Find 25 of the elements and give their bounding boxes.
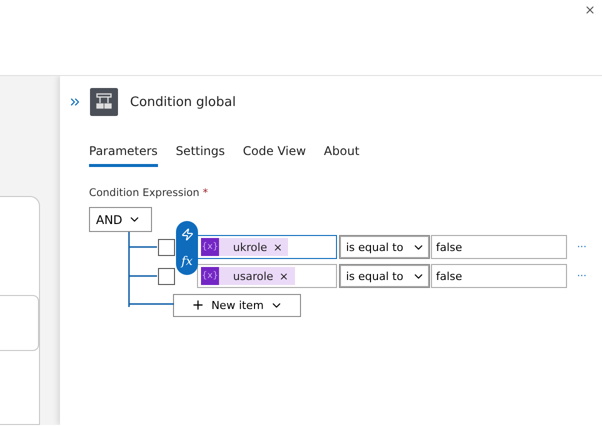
value-field[interactable]: false (431, 235, 567, 259)
value-field[interactable]: {x} ukrole × (197, 235, 337, 259)
more-button[interactable]: ··· (577, 270, 587, 282)
more-button[interactable]: ··· (577, 242, 587, 252)
new-item-button[interactable]: New item (173, 294, 301, 316)
value-field[interactable]: {x} usarole × (197, 264, 337, 288)
lightning-icon[interactable] (180, 228, 194, 241)
tab[interactable]: Parameters (89, 144, 158, 167)
variable-token[interactable]: {x} ukrole × (201, 238, 288, 256)
close-icon[interactable] (584, 4, 596, 16)
operator-dropdown[interactable]: is equal to (339, 264, 430, 288)
tab[interactable]: Settings (176, 144, 225, 167)
function-button[interactable]: fx (181, 254, 193, 268)
checkbox[interactable] (158, 238, 175, 256)
condition-icon (90, 88, 118, 116)
checkbox[interactable] (158, 268, 175, 284)
plus-icon (191, 298, 206, 312)
tab[interactable]: Code View (242, 144, 306, 167)
tab[interactable]: About (324, 144, 360, 167)
variable-token[interactable]: {x} usarole × (201, 267, 294, 285)
field-label: Condition Expression * (89, 187, 210, 199)
panel-title: Condition global (130, 94, 236, 110)
operator-dropdown[interactable]: is equal to (339, 235, 430, 259)
group-operator-dropdown[interactable]: AND (89, 207, 152, 232)
value-field[interactable]: false (431, 264, 567, 288)
